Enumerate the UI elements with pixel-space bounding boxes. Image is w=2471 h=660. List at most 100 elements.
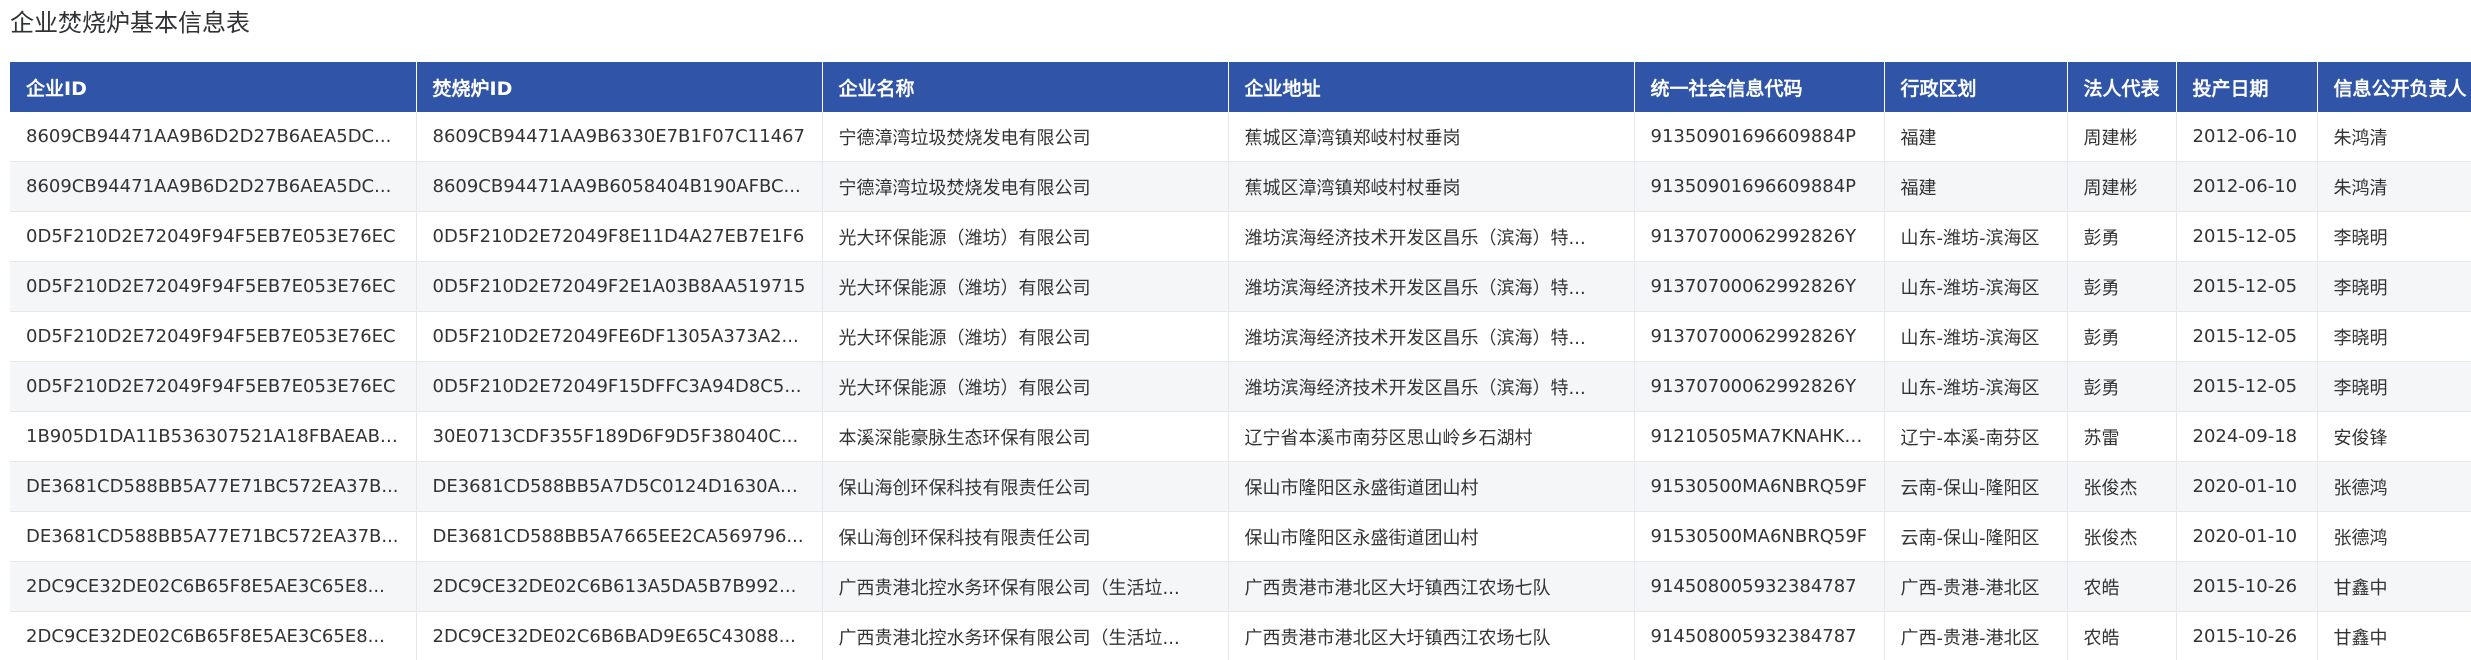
cell-legal-rep: 周建彬 xyxy=(2067,112,2177,162)
cell-enterprise-address: 广西贵港市港北区大圩镇西江农场七队 xyxy=(1228,611,1635,660)
column-header-enterprise-name[interactable]: 企业名称 xyxy=(822,62,1229,112)
cell-enterprise-name: 广西贵港北控水务环保有限公司（生活垃... xyxy=(822,561,1229,612)
cell-credit-code: 91350901696609884P xyxy=(1634,161,1885,212)
cell-enterprise-name: 宁德漳湾垃圾焚烧发电有限公司 xyxy=(822,161,1229,212)
cell-disclosure-contact: 张德鸿 xyxy=(2317,461,2471,512)
cell-start-date: 2020-01-10 xyxy=(2176,461,2318,512)
cell-enterprise-address: 潍坊滨海经济技术开发区昌乐（滨海）特... xyxy=(1228,211,1635,262)
cell-start-date: 2015-12-05 xyxy=(2176,261,2318,312)
cell-incinerator-id: DE3681CD588BB5A7D5C0124D1630A9... xyxy=(416,461,823,512)
table-row[interactable]: 2DC9CE32DE02C6B65F8E5AE3C65E8... 2DC9CE32… xyxy=(10,561,2471,612)
cell-enterprise-address: 潍坊滨海经济技术开发区昌乐（滨海）特... xyxy=(1228,361,1635,412)
cell-enterprise-id: 8609CB94471AA9B6D2D27B6AEA5DC... xyxy=(10,112,417,162)
cell-enterprise-id: 0D5F210D2E72049F94F5EB7E053E76EC xyxy=(10,261,417,312)
column-header-disclosure-contact[interactable]: 信息公开负责人 xyxy=(2317,62,2471,112)
cell-incinerator-id: 0D5F210D2E72049FE6DF1305A373A2... xyxy=(416,311,823,362)
cell-enterprise-name: 光大环保能源（潍坊）有限公司 xyxy=(822,361,1229,412)
column-header-legal-rep[interactable]: 法人代表 xyxy=(2067,62,2177,112)
cell-admin-region: 福建 xyxy=(1884,112,2068,162)
cell-legal-rep: 彭勇 xyxy=(2067,261,2177,312)
cell-incinerator-id: 2DC9CE32DE02C6B613A5DA5B7B992... xyxy=(416,561,823,612)
cell-disclosure-contact: 朱鸿清 xyxy=(2317,161,2471,212)
cell-legal-rep: 苏雷 xyxy=(2067,411,2177,462)
cell-start-date: 2015-10-26 xyxy=(2176,561,2318,612)
cell-enterprise-address: 蕉城区漳湾镇郑岐村杖垂岗 xyxy=(1228,112,1635,162)
table-row[interactable]: 8609CB94471AA9B6D2D27B6AEA5DC... 8609CB94… xyxy=(10,112,2471,162)
cell-enterprise-id: DE3681CD588BB5A77E71BC572EA37B... xyxy=(10,461,417,512)
table-body: 8609CB94471AA9B6D2D27B6AEA5DC... 8609CB94… xyxy=(10,112,2471,660)
cell-admin-region: 辽宁-本溪-南芬区 xyxy=(1884,411,2068,462)
cell-admin-region: 山东-潍坊-滨海区 xyxy=(1884,261,2068,312)
cell-admin-region: 广西-贵港-港北区 xyxy=(1884,611,2068,660)
cell-enterprise-id: 1B905D1DA11B536307521A18FBAEABE... xyxy=(10,411,417,462)
cell-disclosure-contact: 安俊锋 xyxy=(2317,411,2471,462)
table-row[interactable]: DE3681CD588BB5A77E71BC572EA37B... DE3681C… xyxy=(10,511,2471,562)
cell-enterprise-address: 潍坊滨海经济技术开发区昌乐（滨海）特... xyxy=(1228,261,1635,312)
cell-legal-rep: 彭勇 xyxy=(2067,211,2177,262)
table-row[interactable]: 0D5F210D2E72049F94F5EB7E053E76EC 0D5F210D… xyxy=(10,311,2471,362)
cell-disclosure-contact: 李晓明 xyxy=(2317,361,2471,412)
cell-credit-code: 91370700062992826Y xyxy=(1634,261,1885,312)
table-row[interactable]: 2DC9CE32DE02C6B65F8E5AE3C65E8... 2DC9CE32… xyxy=(10,611,2471,660)
column-header-credit-code[interactable]: 统一社会信息代码 xyxy=(1634,62,1885,112)
cell-credit-code: 91530500MA6NBRQ59F xyxy=(1634,461,1885,512)
cell-incinerator-id: 8609CB94471AA9B6058404B190AFBC... xyxy=(416,161,823,212)
cell-legal-rep: 张俊杰 xyxy=(2067,461,2177,512)
cell-enterprise-name: 保山海创环保科技有限责任公司 xyxy=(822,511,1229,562)
cell-enterprise-name: 光大环保能源（潍坊）有限公司 xyxy=(822,211,1229,262)
cell-admin-region: 云南-保山-隆阳区 xyxy=(1884,461,2068,512)
cell-start-date: 2012-06-10 xyxy=(2176,161,2318,212)
cell-credit-code: 914508005932384787 xyxy=(1634,561,1885,612)
cell-incinerator-id: 0D5F210D2E72049F15DFFC3A94D8C5... xyxy=(416,361,823,412)
cell-enterprise-name: 广西贵港北控水务环保有限公司（生活垃... xyxy=(822,611,1229,660)
table-row[interactable]: 0D5F210D2E72049F94F5EB7E053E76EC 0D5F210D… xyxy=(10,361,2471,412)
cell-disclosure-contact: 李晓明 xyxy=(2317,261,2471,312)
cell-enterprise-address: 辽宁省本溪市南芬区思山岭乡石湖村 xyxy=(1228,411,1635,462)
cell-disclosure-contact: 李晓明 xyxy=(2317,211,2471,262)
cell-legal-rep: 彭勇 xyxy=(2067,361,2177,412)
cell-enterprise-id: 0D5F210D2E72049F94F5EB7E053E76EC xyxy=(10,211,417,262)
column-header-admin-region[interactable]: 行政区划 xyxy=(1884,62,2068,112)
cell-incinerator-id: 2DC9CE32DE02C6B6BAD9E65C43088... xyxy=(416,611,823,660)
cell-enterprise-name: 光大环保能源（潍坊）有限公司 xyxy=(822,261,1229,312)
cell-disclosure-contact: 甘鑫中 xyxy=(2317,611,2471,660)
table-row[interactable]: 0D5F210D2E72049F94F5EB7E053E76EC 0D5F210D… xyxy=(10,261,2471,312)
cell-start-date: 2015-10-26 xyxy=(2176,611,2318,660)
cell-admin-region: 广西-贵港-港北区 xyxy=(1884,561,2068,612)
column-header-enterprise-id[interactable]: 企业ID xyxy=(10,62,417,112)
cell-enterprise-name: 本溪深能豪脉生态环保有限公司 xyxy=(822,411,1229,462)
cell-incinerator-id: 8609CB94471AA9B6330E7B1F07C11467 xyxy=(416,112,823,162)
table-row[interactable]: 0D5F210D2E72049F94F5EB7E053E76EC 0D5F210D… xyxy=(10,211,2471,262)
cell-disclosure-contact: 张德鸿 xyxy=(2317,511,2471,562)
incinerator-info-table: 企业ID 焚烧炉ID 企业名称 企业地址 统一社会信息代码 行政区划 法人代表 投产日期 信息公… xyxy=(10,62,2471,660)
cell-enterprise-name: 光大环保能源（潍坊）有限公司 xyxy=(822,311,1229,362)
cell-enterprise-id: 0D5F210D2E72049F94F5EB7E053E76EC xyxy=(10,311,417,362)
cell-credit-code: 91370700062992826Y xyxy=(1634,311,1885,362)
column-header-enterprise-address[interactable]: 企业地址 xyxy=(1228,62,1635,112)
cell-enterprise-address: 保山市隆阳区永盛街道团山村 xyxy=(1228,511,1635,562)
cell-admin-region: 云南-保山-隆阳区 xyxy=(1884,511,2068,562)
cell-disclosure-contact: 朱鸿清 xyxy=(2317,112,2471,162)
column-header-incinerator-id[interactable]: 焚烧炉ID xyxy=(416,62,823,112)
cell-legal-rep: 周建彬 xyxy=(2067,161,2177,212)
cell-enterprise-id: 2DC9CE32DE02C6B65F8E5AE3C65E8... xyxy=(10,561,417,612)
cell-start-date: 2015-12-05 xyxy=(2176,211,2318,262)
cell-start-date: 2024-09-18 xyxy=(2176,411,2318,462)
cell-credit-code: 91370700062992826Y xyxy=(1634,361,1885,412)
cell-enterprise-address: 蕉城区漳湾镇郑岐村杖垂岗 xyxy=(1228,161,1635,212)
table-row[interactable]: 1B905D1DA11B536307521A18FBAEABE... 30E071… xyxy=(10,411,2471,462)
cell-enterprise-name: 宁德漳湾垃圾焚烧发电有限公司 xyxy=(822,112,1229,162)
cell-enterprise-name: 保山海创环保科技有限责任公司 xyxy=(822,461,1229,512)
cell-credit-code: 914508005932384787 xyxy=(1634,611,1885,660)
cell-start-date: 2020-01-10 xyxy=(2176,511,2318,562)
cell-start-date: 2015-12-05 xyxy=(2176,361,2318,412)
cell-enterprise-id: DE3681CD588BB5A77E71BC572EA37B... xyxy=(10,511,417,562)
cell-credit-code: 91530500MA6NBRQ59F xyxy=(1634,511,1885,562)
table-row[interactable]: DE3681CD588BB5A77E71BC572EA37B... DE3681C… xyxy=(10,461,2471,512)
column-header-start-date[interactable]: 投产日期 xyxy=(2176,62,2318,112)
cell-enterprise-address: 潍坊滨海经济技术开发区昌乐（滨海）特... xyxy=(1228,311,1635,362)
cell-admin-region: 山东-潍坊-滨海区 xyxy=(1884,361,2068,412)
cell-admin-region: 福建 xyxy=(1884,161,2068,212)
cell-legal-rep: 张俊杰 xyxy=(2067,511,2177,562)
table-row[interactable]: 8609CB94471AA9B6D2D27B6AEA5DC... 8609CB94… xyxy=(10,161,2471,212)
